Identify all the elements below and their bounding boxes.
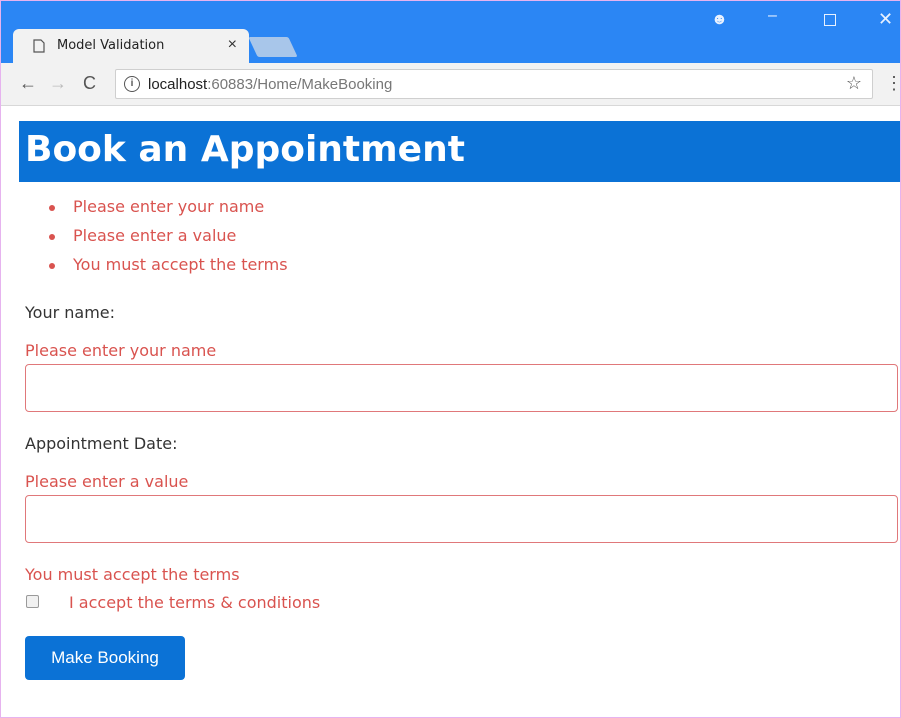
validation-summary: Please enter your name Please enter a va… xyxy=(49,197,288,284)
back-icon[interactable]: ← xyxy=(19,73,37,94)
new-tab-button[interactable] xyxy=(248,37,298,57)
terms-checkbox[interactable] xyxy=(26,595,39,608)
summary-error: Please enter a value xyxy=(49,226,288,255)
url-path: :60883/Home/MakeBooking xyxy=(207,76,393,93)
info-icon[interactable]: i xyxy=(124,76,140,92)
url-text: localhost:60883/Home/MakeBooking xyxy=(148,76,392,93)
tab-close-icon[interactable]: × xyxy=(228,36,237,54)
summary-error: You must accept the terms xyxy=(49,255,288,284)
date-field[interactable] xyxy=(25,495,898,543)
tab-title: Model Validation xyxy=(57,38,165,53)
terms-error: You must accept the terms xyxy=(25,565,240,584)
date-label: Appointment Date: xyxy=(25,434,178,453)
title-bar: Model Validation × ☻ – ✕ xyxy=(1,1,900,63)
address-bar[interactable]: i localhost:60883/Home/MakeBooking ☆ xyxy=(115,69,873,99)
page-title: Book an Appointment xyxy=(25,129,465,170)
browser-tab[interactable]: Model Validation × xyxy=(13,29,249,63)
account-icon[interactable]: ☻ xyxy=(711,11,728,29)
summary-error: Please enter your name xyxy=(49,197,288,226)
name-field[interactable] xyxy=(25,364,898,412)
bookmark-star-icon[interactable]: ☆ xyxy=(846,73,862,94)
close-window-icon[interactable]: ✕ xyxy=(878,9,893,30)
forward-icon[interactable]: → xyxy=(49,73,67,94)
name-error: Please enter your name xyxy=(25,341,217,360)
terms-label[interactable]: I accept the terms & conditions xyxy=(69,593,320,612)
browser-toolbar: ← → C i localhost:60883/Home/MakeBooking… xyxy=(1,63,901,106)
page-header: Book an Appointment xyxy=(19,121,900,182)
browser-menu-icon[interactable]: ⋮ xyxy=(885,73,901,94)
maximize-icon[interactable] xyxy=(824,14,836,26)
document-icon xyxy=(33,39,45,53)
url-host: localhost xyxy=(148,76,208,93)
reload-icon[interactable]: C xyxy=(83,73,96,94)
date-error: Please enter a value xyxy=(25,472,189,491)
make-booking-button[interactable]: Make Booking xyxy=(25,636,185,680)
minimize-icon[interactable]: – xyxy=(768,7,777,25)
browser-window: Model Validation × ☻ – ✕ ← → C i localho… xyxy=(0,0,901,718)
name-label: Your name: xyxy=(25,303,116,322)
